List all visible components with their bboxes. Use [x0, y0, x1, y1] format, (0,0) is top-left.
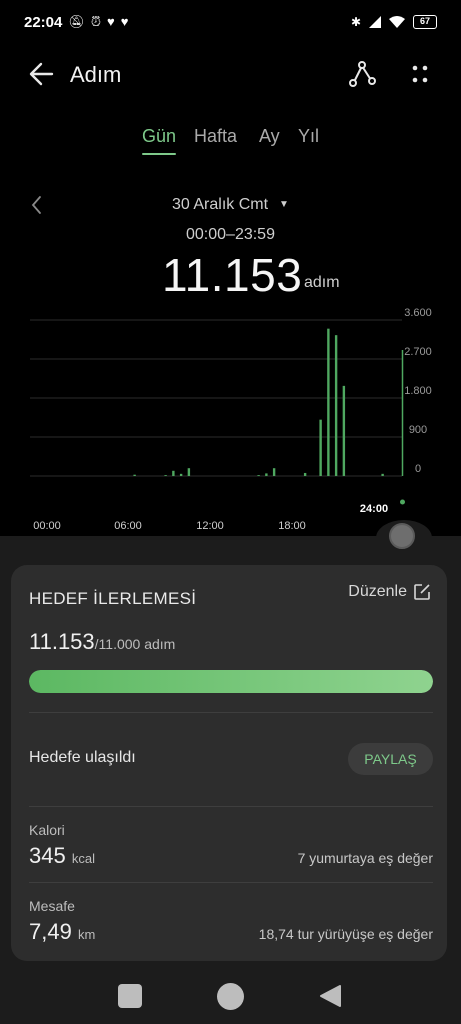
dropdown-caret-icon[interactable]: ▼ [279, 199, 289, 210]
time-range: 00:00–23:59 [186, 226, 275, 243]
x-tick-label: 00:00 [33, 520, 61, 532]
timeline-scrubber-handle[interactable] [389, 523, 415, 549]
distance-equivalent: 18,74 tur yürüyüşe eş değer [258, 926, 433, 942]
bar [179, 473, 183, 476]
signal-icon [369, 16, 381, 28]
bar [272, 468, 276, 476]
health-icon-2: ♥︎ [120, 14, 129, 29]
bar [164, 475, 167, 476]
goal-title: HEDEF İLERLEMESİ [29, 589, 197, 608]
calories-value: 345 kcal [29, 843, 95, 869]
more-options-icon[interactable] [404, 58, 436, 90]
bar [303, 472, 307, 476]
bar [319, 419, 322, 476]
tab-month[interactable]: Ay [259, 126, 280, 155]
bar [133, 474, 136, 476]
back-triangle-icon[interactable] [318, 984, 342, 1008]
status-time: 22:04 [24, 13, 63, 31]
bar [327, 328, 330, 476]
y-tick-label: 3.600 [404, 307, 432, 319]
home-button[interactable] [217, 983, 244, 1010]
recent-apps-button[interactable] [118, 984, 142, 1008]
tab-year[interactable]: Yıl [298, 126, 319, 155]
y-tick-label: 2.700 [404, 346, 432, 358]
goal-reached-label: Hedefe ulaşıldı [29, 749, 136, 766]
battery-icon: 67 [413, 15, 437, 29]
total-steps-unit: adım [304, 274, 340, 291]
steps-bar-chart[interactable]: 3.600 2.700 1.800 900 0 24:00 00:00 06:00 12:00 1… [0, 300, 461, 540]
wifi-icon [389, 16, 405, 28]
back-arrow-icon[interactable] [26, 58, 58, 90]
goal-progress-value: 11.153/11.000 adım [29, 629, 175, 655]
bar [381, 473, 384, 476]
x-tick-label: 06:00 [114, 520, 142, 532]
date-label[interactable]: 30 Aralık Cmt [172, 196, 268, 214]
cursor-dot [400, 499, 405, 505]
total-steps-value: 11.153 [162, 249, 303, 301]
y-tick-label: 1.800 [404, 385, 432, 397]
bar [334, 335, 338, 476]
bar [257, 475, 260, 476]
app-bar: Adım [0, 50, 461, 100]
goal-progress-bar [29, 670, 433, 693]
distance-label: Mesafe [29, 898, 75, 914]
edit-goal-button[interactable]: Düzenle [348, 583, 431, 601]
share-button[interactable]: PAYLAŞ [348, 743, 433, 775]
cursor-label: 24:00 [360, 503, 388, 515]
share-route-icon[interactable] [346, 58, 378, 90]
status-bar: 22:04 🔕︎ ⏰︎ ♥︎ ♥︎ ✱ 67 [0, 0, 461, 44]
y-tick-label: 900 [409, 424, 427, 436]
calories-unit: kcal [71, 851, 95, 866]
divider [29, 806, 433, 807]
divider [29, 712, 433, 713]
silent-icon: 🔕︎ [68, 14, 85, 29]
page-title: Adım [70, 62, 122, 87]
edit-icon [414, 584, 430, 600]
date-selector: 30 Aralık Cmt ▼ [0, 194, 461, 218]
goal-card: HEDEF İLERLEMESİ Düzenle 11.153/11.000 a… [11, 565, 447, 961]
edit-label: Düzenle [348, 583, 407, 600]
distance-number: 7,49 [29, 919, 72, 944]
alarm-icon: ⏰︎ [90, 14, 102, 29]
period-tabs: Gün Hafta Ay Yıl [0, 126, 461, 160]
tab-week[interactable]: Hafta [194, 126, 237, 155]
distance-value: 7,49 km [29, 919, 95, 945]
x-tick-label: 18:00 [278, 520, 306, 532]
calories-equivalent: 7 yumurtaya eş değer [297, 850, 433, 866]
notification-icons: 🔕︎ ⏰︎ ♥︎ ♥︎ [68, 14, 128, 30]
bar [265, 473, 268, 476]
calories-number: 345 [29, 843, 66, 868]
y-tick-label: 0 [415, 463, 421, 475]
health-icon: ♥︎ [107, 14, 115, 29]
chevron-left-icon[interactable] [28, 194, 46, 216]
goal-progress-fill [29, 670, 433, 693]
calories-label: Kalori [29, 822, 65, 838]
system-icons: ✱ 67 [351, 15, 437, 29]
distance-unit: km [77, 927, 96, 942]
goal-target: /11.000 adım [94, 636, 176, 652]
tab-day[interactable]: Gün [142, 126, 177, 155]
bar [342, 385, 346, 476]
bar [187, 468, 191, 476]
x-tick-label: 12:00 [196, 520, 224, 532]
bar [172, 470, 175, 476]
goal-current: 11.153 [29, 629, 95, 654]
bluetooth-icon: ✱ [350, 15, 361, 29]
system-nav-bar [0, 968, 461, 1024]
divider [29, 882, 433, 883]
